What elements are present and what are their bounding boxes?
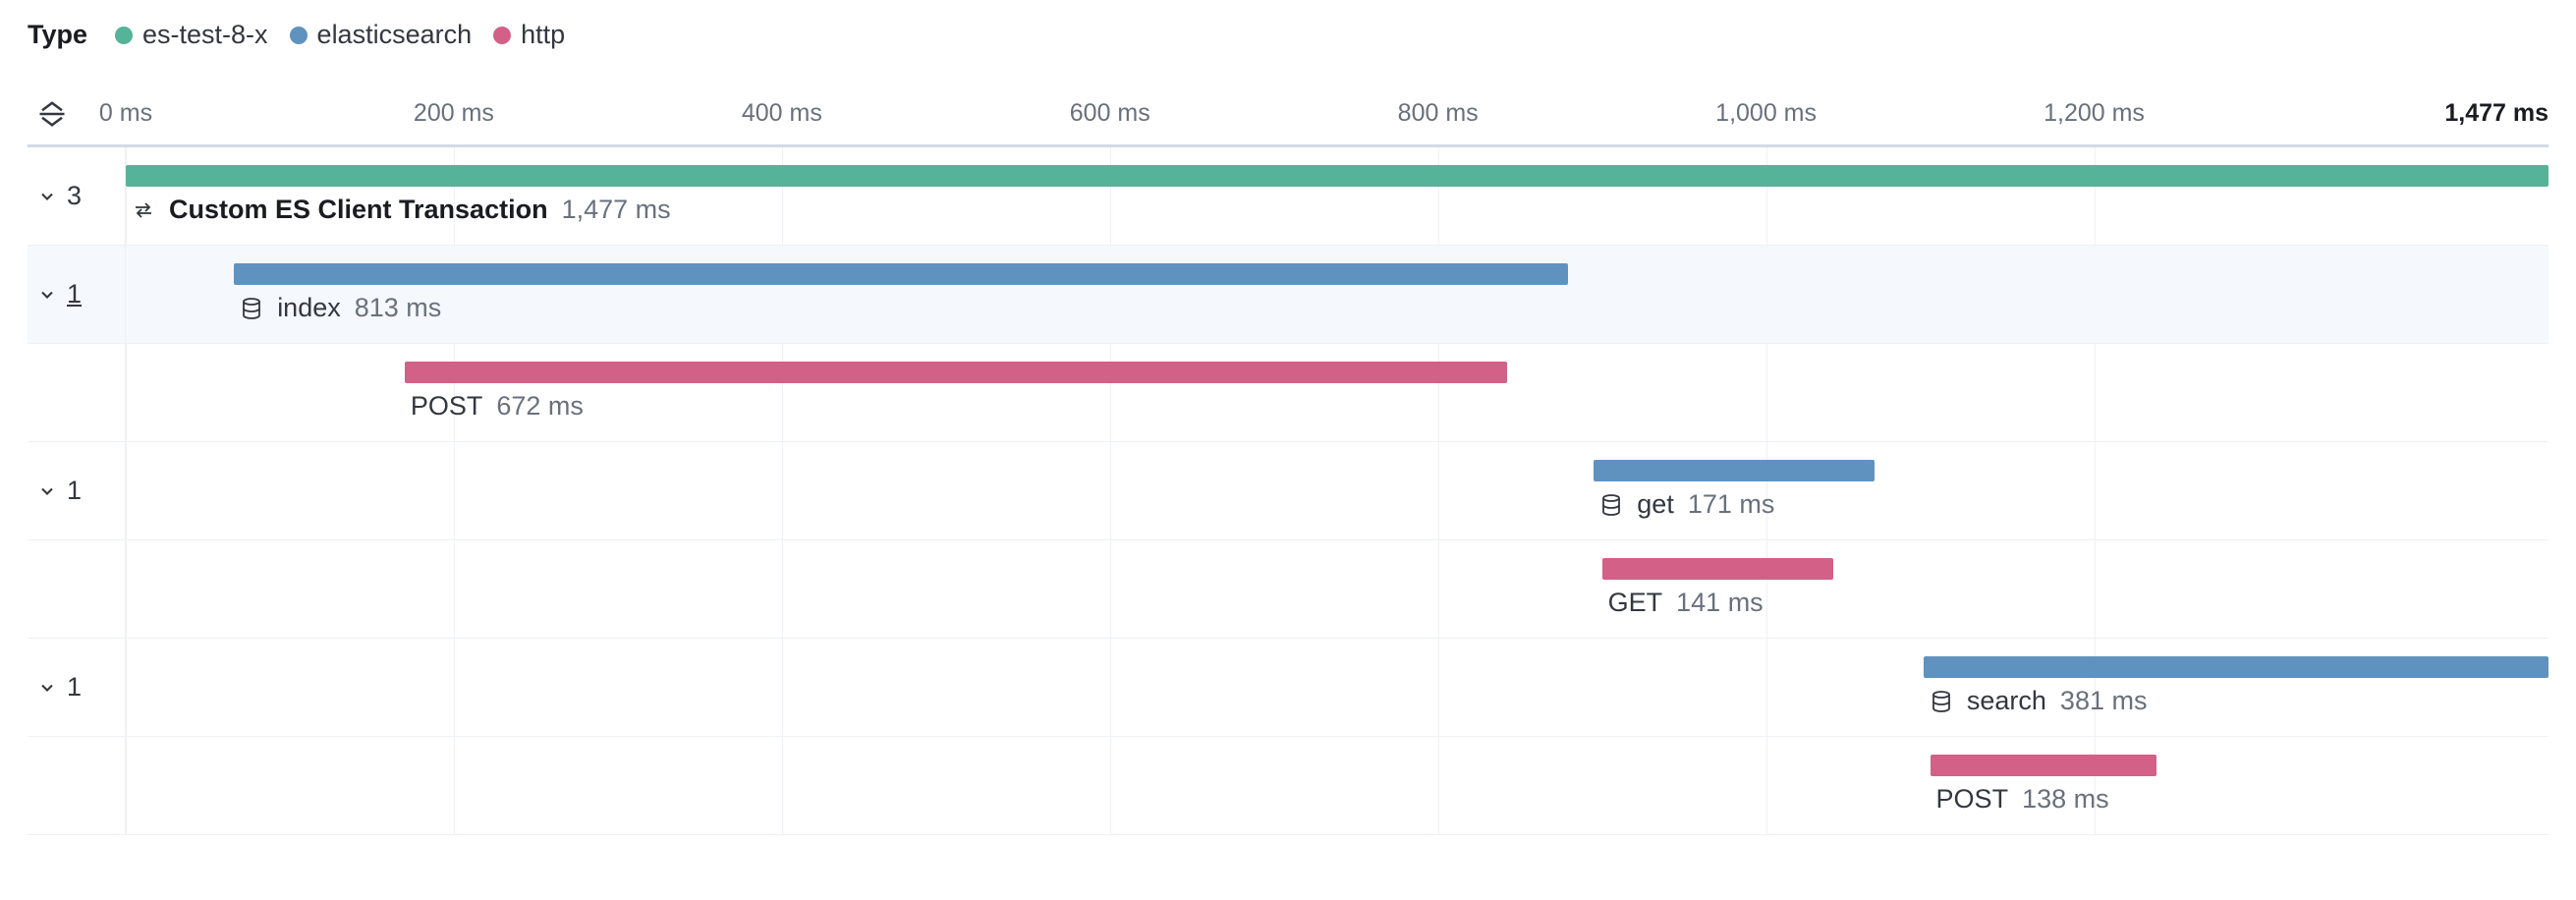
waterfall-row[interactable]: 1 get 171 ms bbox=[28, 442, 2548, 540]
database-icon bbox=[240, 297, 263, 320]
axis-tick: 400 ms bbox=[742, 99, 822, 128]
legend-label-1: elasticsearch bbox=[317, 20, 473, 50]
waterfall-rows: 3 Custom ES Client Transaction 1,477 ms 1 in… bbox=[28, 146, 2548, 835]
time-axis: 0 ms200 ms400 ms600 ms800 ms1,000 ms1,20… bbox=[126, 99, 2548, 129]
child-count: 3 bbox=[67, 181, 82, 211]
span-duration: 138 ms bbox=[2022, 784, 2109, 815]
span-label: GET 141 ms bbox=[1608, 588, 1764, 618]
waterfall-row[interactable]: GET 141 ms bbox=[28, 540, 2548, 639]
span-bar[interactable] bbox=[126, 165, 2548, 187]
span-label: Custom ES Client Transaction 1,477 ms bbox=[132, 195, 671, 225]
expand-toggle[interactable]: 3 bbox=[37, 181, 82, 211]
span-bar[interactable] bbox=[1602, 558, 1833, 580]
transaction-icon bbox=[132, 198, 155, 222]
span-duration: 813 ms bbox=[355, 293, 442, 323]
waterfall-row[interactable]: POST 672 ms bbox=[28, 344, 2548, 442]
span-duration: 141 ms bbox=[1676, 588, 1764, 618]
span-label: search 381 ms bbox=[1930, 686, 2148, 716]
axis-tick: 200 ms bbox=[414, 99, 494, 128]
span-label: POST 672 ms bbox=[411, 391, 584, 422]
legend-label-2: http bbox=[521, 20, 565, 50]
axis-tick: 800 ms bbox=[1398, 99, 1479, 128]
axis-tick-max: 1,477 ms bbox=[2444, 99, 2548, 128]
waterfall-row[interactable]: 1 index 813 ms bbox=[28, 246, 2548, 344]
legend-dot-1-icon bbox=[290, 27, 308, 44]
axis-tick: 1,200 ms bbox=[2044, 99, 2145, 128]
span-label: get 171 ms bbox=[1599, 489, 1774, 520]
span-duration: 672 ms bbox=[496, 391, 584, 422]
legend-dot-2-icon bbox=[493, 27, 511, 44]
span-label: index 813 ms bbox=[240, 293, 441, 323]
span-label: POST 138 ms bbox=[1936, 784, 2109, 815]
waterfall-row[interactable]: POST 138 ms bbox=[28, 737, 2548, 835]
expand-toggle[interactable]: 1 bbox=[37, 476, 82, 506]
legend-item-1[interactable]: elasticsearch bbox=[290, 20, 473, 50]
legend-type-label: Type bbox=[28, 20, 87, 50]
legend-item-2[interactable]: http bbox=[493, 20, 565, 50]
span-name: POST bbox=[411, 391, 483, 422]
legend-item-0[interactable]: es-test-8-x bbox=[115, 20, 268, 50]
legend-dot-0-icon bbox=[115, 27, 133, 44]
database-icon bbox=[1930, 690, 1953, 713]
span-name: Custom ES Client Transaction bbox=[169, 195, 548, 225]
waterfall-row[interactable]: 1 search 381 ms bbox=[28, 639, 2548, 737]
child-count: 1 bbox=[67, 279, 82, 309]
span-bar[interactable] bbox=[1594, 460, 1875, 481]
span-name: get bbox=[1637, 489, 1674, 520]
legend-label-0: es-test-8-x bbox=[142, 20, 268, 50]
span-duration: 381 ms bbox=[2060, 686, 2148, 716]
span-name: index bbox=[277, 293, 341, 323]
span-bar[interactable] bbox=[405, 362, 1507, 383]
waterfall-row[interactable]: 3 Custom ES Client Transaction 1,477 ms bbox=[28, 147, 2548, 246]
collapse-all-button[interactable] bbox=[37, 99, 67, 129]
span-bar[interactable] bbox=[1924, 656, 2548, 678]
span-name: search bbox=[1967, 686, 2046, 716]
trace-timeline: 0 ms 200 ms 400 ms 600 ms 800 ms 1,000 ms 1,20… bbox=[28, 99, 2548, 835]
span-name: GET bbox=[1608, 588, 1663, 618]
span-bar[interactable] bbox=[234, 263, 1567, 285]
span-duration: 1,477 ms bbox=[562, 195, 671, 225]
axis-tick: 0 ms bbox=[99, 99, 152, 128]
axis-tick: 600 ms bbox=[1070, 99, 1150, 128]
expand-toggle[interactable]: 1 bbox=[37, 279, 82, 309]
timeline-header: 0 ms 200 ms 400 ms 600 ms 800 ms 1,000 ms 1,20… bbox=[28, 99, 2548, 146]
legend: Type es-test-8-x elasticsearch http bbox=[28, 20, 2548, 50]
expand-toggle[interactable]: 1 bbox=[37, 672, 82, 703]
span-bar[interactable] bbox=[1931, 755, 2156, 776]
span-name: POST bbox=[1936, 784, 2009, 815]
child-count: 1 bbox=[67, 672, 82, 703]
span-duration: 171 ms bbox=[1688, 489, 1775, 520]
database-icon bbox=[1599, 493, 1623, 517]
axis-tick: 1,000 ms bbox=[1715, 99, 1817, 128]
child-count: 1 bbox=[67, 476, 82, 506]
